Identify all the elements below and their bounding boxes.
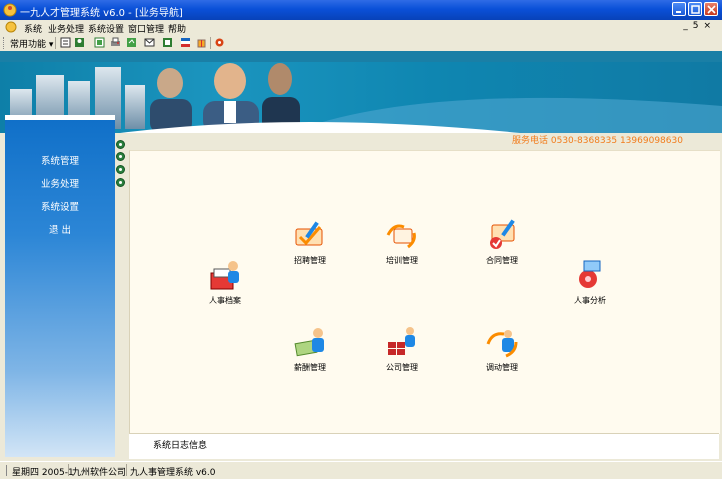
module-recruit[interactable]: 招聘管理 <box>280 217 340 277</box>
app-menu-icon[interactable] <box>5 21 17 33</box>
recruit-icon <box>295 221 323 246</box>
module-training-label: 培训管理 <box>386 256 418 265</box>
module-personnel[interactable]: 人事分析 <box>560 257 620 317</box>
tools-icon[interactable] <box>214 37 225 48</box>
resume-icon <box>210 261 239 290</box>
company-icon <box>388 327 415 355</box>
salary-icon <box>294 328 324 357</box>
maximize-button[interactable] <box>688 2 702 16</box>
nav-system-management[interactable]: 系统管理 <box>5 153 115 167</box>
log-info-label: 系统日志信息 <box>153 441 208 451</box>
mdi-restore[interactable]: 5 <box>693 21 704 31</box>
toolbar: 常用功能 ▾ <box>0 35 722 52</box>
title-bar: 一九人才管理系统 v6.0 - [业务导航] <box>0 0 722 20</box>
toolbar-grip[interactable] <box>3 37 6 49</box>
common-functions-dropdown[interactable]: 常用功能 ▾ <box>10 37 53 50</box>
module-resume[interactable]: 人事档案 <box>195 257 255 317</box>
status-separator <box>68 464 69 476</box>
module-company-label: 公司管理 <box>386 363 418 372</box>
status-date: 星期四 2005-1 <box>12 468 74 478</box>
module-personnel-label: 人事分析 <box>574 296 606 305</box>
mdi-minimize[interactable]: _ <box>683 21 693 31</box>
printer-icon[interactable] <box>110 37 121 48</box>
log-info-bar: 系统日志信息 <box>129 433 719 459</box>
app-icon <box>3 3 17 17</box>
status-grip <box>6 465 7 476</box>
module-transfer[interactable]: 调动管理 <box>472 324 532 384</box>
menu-help[interactable]: 帮助 <box>168 22 186 35</box>
module-contract-label: 合同管理 <box>486 256 518 265</box>
menu-bar: 系统 业务处理 系统设置 窗口管理 帮助 _5× <box>0 20 722 35</box>
left-nav-panel: 系统管理 业务处理 系统设置 退 出 <box>5 115 115 457</box>
service-phone: 服务电话 0530-8368335 13969098630 <box>512 136 683 146</box>
nav-system-settings[interactable]: 系统设置 <box>5 199 115 213</box>
left-nav-cap <box>5 115 115 120</box>
module-contract[interactable]: 合同管理 <box>472 217 532 277</box>
menu-settings[interactable]: 系统设置 <box>88 22 124 35</box>
nav-exit[interactable]: 退 出 <box>5 222 115 236</box>
status-separator <box>126 464 127 476</box>
mail-icon[interactable] <box>144 37 155 48</box>
personnel-icon <box>579 260 601 288</box>
report-icon[interactable] <box>60 37 71 48</box>
close-icon <box>707 5 716 14</box>
sheet-icon[interactable] <box>162 37 173 48</box>
nav-business-processing[interactable]: 业务处理 <box>5 176 115 190</box>
status-bar: 星期四 2005-1 九州软件公司 九人事管理系统 v6.0 <box>0 461 722 479</box>
maximize-icon <box>691 5 700 14</box>
module-company[interactable]: 公司管理 <box>372 324 432 384</box>
bullet-icon <box>116 165 125 174</box>
menu-system[interactable]: 系统 <box>24 22 42 35</box>
bullet-icon <box>116 140 125 149</box>
module-salary-label: 薪酬管理 <box>294 363 326 372</box>
toolbar-separator <box>210 37 211 49</box>
module-salary[interactable]: 薪酬管理 <box>280 324 340 384</box>
gift-icon[interactable] <box>196 37 207 48</box>
contract-icon <box>490 219 515 249</box>
notepad-icon[interactable] <box>94 37 105 48</box>
training-icon <box>386 224 416 249</box>
menu-business[interactable]: 业务处理 <box>48 22 84 35</box>
mdi-controls[interactable]: _5× <box>683 21 716 31</box>
bullet-icon <box>116 152 125 161</box>
toolbar-separator <box>55 37 56 49</box>
minimize-icon <box>676 11 681 13</box>
minimize-button[interactable] <box>672 2 686 16</box>
close-button[interactable] <box>704 2 718 16</box>
flag-icon[interactable] <box>180 37 191 48</box>
export-icon[interactable] <box>126 37 137 48</box>
module-resume-label: 人事档案 <box>209 296 241 305</box>
window-title: 一九人才管理系统 v6.0 - [业务导航] <box>20 8 183 19</box>
module-transfer-label: 调动管理 <box>486 363 518 372</box>
status-product: 九人事管理系统 v6.0 <box>130 468 216 478</box>
bullet-icon <box>116 178 125 187</box>
mdi-close[interactable]: × <box>703 21 716 31</box>
users-icon[interactable] <box>74 37 85 48</box>
module-training[interactable]: 培训管理 <box>372 217 432 277</box>
transfer-icon <box>486 330 518 358</box>
menu-window[interactable]: 窗口管理 <box>128 22 164 35</box>
status-company: 九州软件公司 <box>72 468 127 478</box>
module-recruit-label: 招聘管理 <box>294 256 326 265</box>
